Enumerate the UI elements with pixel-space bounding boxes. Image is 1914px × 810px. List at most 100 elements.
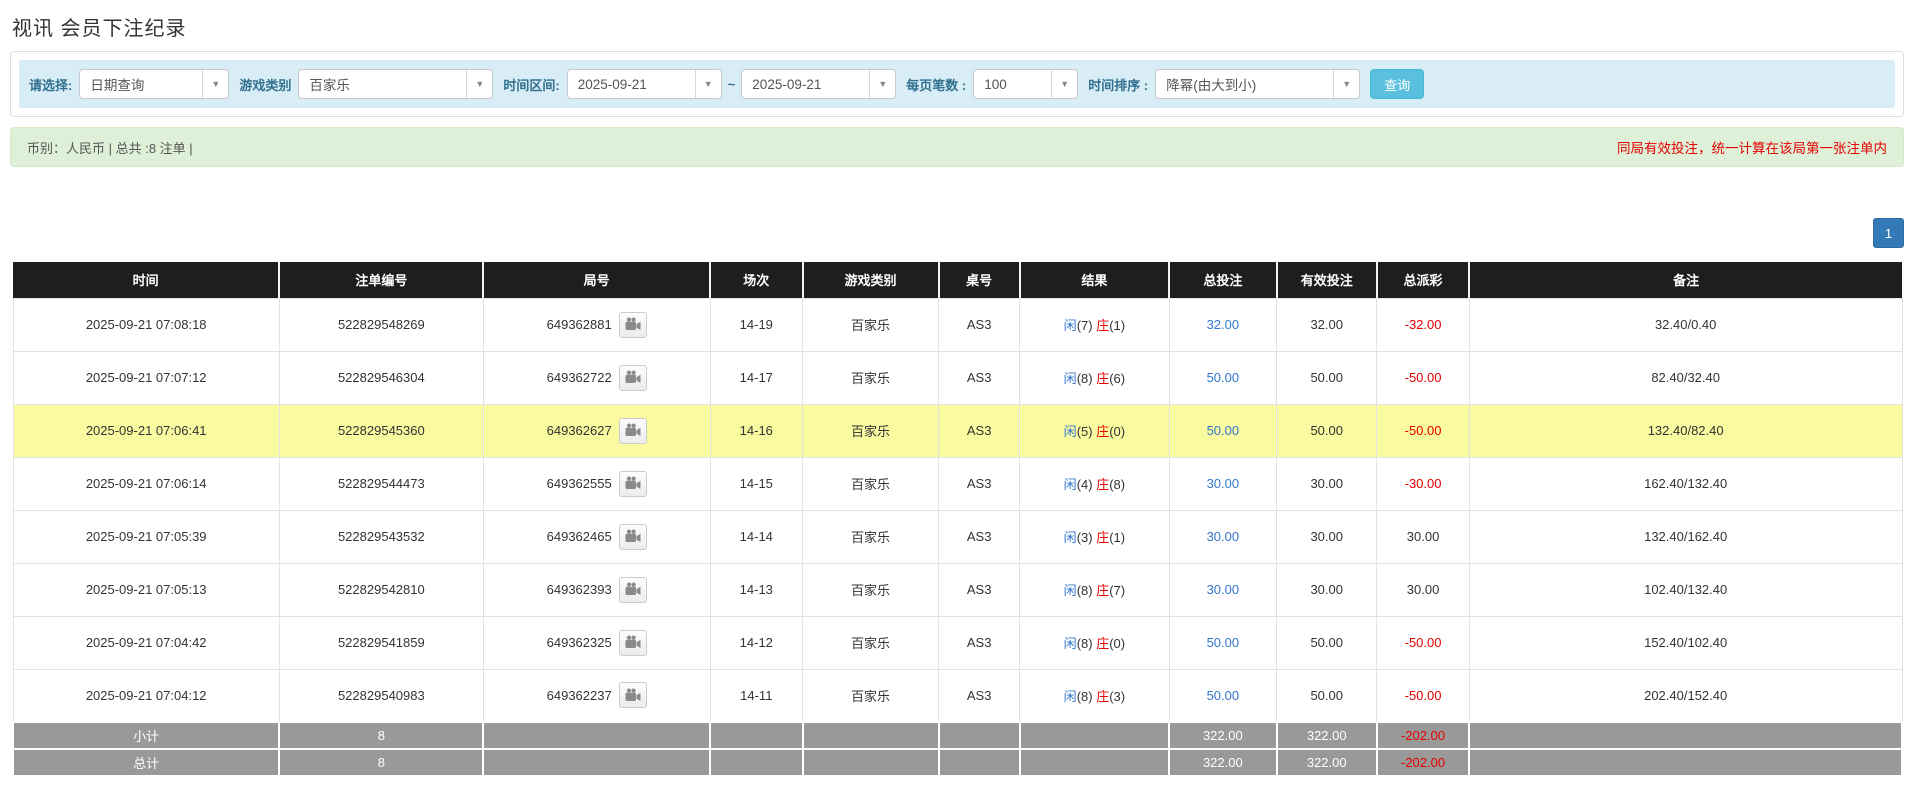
search-button[interactable]: 查询 xyxy=(1370,69,1425,99)
result-player-label: 闲 xyxy=(1063,583,1077,598)
date-from-select[interactable]: 2025-09-21 ▼ xyxy=(566,69,722,99)
result-player-score: (4) xyxy=(1076,477,1093,492)
total-bet-link[interactable]: 30.00 xyxy=(1207,529,1240,544)
result-player-label: 闲 xyxy=(1063,688,1077,704)
cell-valid-bet: 50.00 xyxy=(1276,615,1378,670)
video-replay-button[interactable] xyxy=(618,470,647,497)
result-player-score: (7) xyxy=(1076,318,1093,333)
cell-session: 14-16 xyxy=(709,403,804,458)
result-player-label: 闲 xyxy=(1063,636,1077,651)
cell-table-number: AS3 xyxy=(938,403,1021,458)
video-replay-button[interactable] xyxy=(618,364,647,391)
cell-round-number: 649362722 xyxy=(482,350,711,405)
cell-result: 闲(4) 庄(8) xyxy=(1019,456,1170,511)
result-player-label: 闲 xyxy=(1063,318,1077,333)
table-header-row: 时间 注单编号 局号 场次 游戏类别 桌号 结果 总投注 有效投注 总派彩 备注 xyxy=(13,262,1902,298)
cell-time: 2025-09-21 07:04:42 xyxy=(12,615,280,670)
header-table-number: 桌号 xyxy=(937,262,1020,298)
round-number-wrap: 649362881 xyxy=(546,311,647,338)
result-player-score: (8) xyxy=(1076,371,1093,386)
game-type-select[interactable]: 百家乐 ▼ xyxy=(298,69,494,99)
round-number-wrap: 649362325 xyxy=(547,629,647,656)
cell-result: 闲(8) 庄(6) xyxy=(1019,350,1170,405)
cell-bet-number: 522829546304 xyxy=(278,350,484,405)
header-total-payout: 总派彩 xyxy=(1375,262,1470,298)
header-round-number: 局号 xyxy=(482,262,711,298)
header-valid-bet: 有效投注 xyxy=(1275,262,1377,298)
cell-valid-bet: 30.00 xyxy=(1276,456,1378,511)
cell-total-bet: 50.00 xyxy=(1168,668,1278,723)
cell-result: 闲(8) 庄(7) xyxy=(1019,562,1170,617)
date-to-value: 2025-09-21 xyxy=(752,76,822,92)
summary-total-bet: 322.00 xyxy=(1168,748,1278,777)
query-type-select[interactable]: 日期查询 ▼ xyxy=(79,69,230,99)
total-bet-link[interactable]: 50.00 xyxy=(1207,423,1240,438)
result-banker-score: (1) xyxy=(1109,318,1126,333)
total-bet-link[interactable]: 50.00 xyxy=(1207,688,1240,703)
summary-empty-cell xyxy=(1018,748,1171,777)
cell-valid-bet: 50.00 xyxy=(1276,403,1378,458)
video-camera-icon xyxy=(625,635,641,650)
total-bet-link[interactable]: 30.00 xyxy=(1207,582,1240,597)
header-game-type: 游戏类别 xyxy=(801,262,939,298)
video-camera-icon xyxy=(625,688,641,703)
result-banker-score: (3) xyxy=(1109,688,1126,704)
result-banker-score: (6) xyxy=(1109,371,1126,386)
cell-bet-number: 522829543532 xyxy=(278,509,484,564)
result-player-label: 闲 xyxy=(1063,530,1077,545)
game-type-label: 游戏类别 xyxy=(239,77,292,93)
header-bet-number: 注单编号 xyxy=(278,262,484,298)
filter-bar: 请选择: 日期查询 ▼ 游戏类别 百家乐 ▼ 时间区间: 2025-09-21 … xyxy=(19,60,1895,108)
cell-session: 14-14 xyxy=(709,509,804,564)
table-body: 2025-09-21 07:08:18 522829548269 649362881… xyxy=(11,297,1903,777)
time-sort-select[interactable]: 降幂(由大到小) ▼ xyxy=(1155,69,1361,99)
result-player-score: (3) xyxy=(1076,530,1093,545)
cell-round-number: 649362881 xyxy=(482,297,711,352)
video-replay-button[interactable] xyxy=(618,417,647,444)
page-button-1[interactable]: 1 xyxy=(1873,218,1904,248)
cell-table-number: AS3 xyxy=(938,615,1021,670)
cell-total-bet: 50.00 xyxy=(1168,615,1278,670)
cell-round-number: 649362325 xyxy=(482,615,711,670)
video-replay-button[interactable] xyxy=(618,311,647,338)
result-banker-label: 庄 xyxy=(1096,424,1110,439)
page-root: 视讯 会员下注纪录 请选择: 日期查询 ▼ 游戏类别 百家乐 ▼ 时间区间: 2… xyxy=(0,0,1914,777)
cell-time: 2025-09-21 07:06:41 xyxy=(12,403,280,458)
filter-panel: 请选择: 日期查询 ▼ 游戏类别 百家乐 ▼ 时间区间: 2025-09-21 … xyxy=(10,51,1904,117)
video-replay-button[interactable] xyxy=(618,576,647,603)
round-number-text: 649362722 xyxy=(546,370,612,385)
video-replay-button[interactable] xyxy=(618,682,647,709)
table-row: 2025-09-21 07:07:12 522829546304 649362722… xyxy=(12,350,1903,405)
chevron-down-icon: ▼ xyxy=(869,70,895,98)
round-number-text: 649362881 xyxy=(546,317,612,332)
page-size-select[interactable]: 100 ▼ xyxy=(973,69,1079,99)
cell-round-number: 649362627 xyxy=(482,403,711,458)
total-bet-link[interactable]: 32.00 xyxy=(1207,317,1240,332)
cell-time: 2025-09-21 07:05:39 xyxy=(12,509,280,564)
summary-empty-cell xyxy=(1018,721,1171,750)
total-bet-link[interactable]: 50.00 xyxy=(1207,370,1240,385)
header-remark: 备注 xyxy=(1468,262,1902,298)
time-sort-label: 时间排序 : xyxy=(1088,77,1149,93)
cell-game-type: 百家乐 xyxy=(802,297,940,352)
round-number-wrap: 649362465 xyxy=(547,523,647,550)
cell-session: 14-12 xyxy=(709,615,804,670)
grand-total-row: 总计 8 322.00 322.00 -202.00 xyxy=(11,748,1903,777)
result-banker-label: 庄 xyxy=(1096,318,1110,333)
cell-table-number: AS3 xyxy=(938,668,1021,723)
cell-session: 14-19 xyxy=(709,297,804,352)
date-to-select[interactable]: 2025-09-21 ▼ xyxy=(741,69,897,99)
cell-payout: 30.00 xyxy=(1376,509,1470,564)
video-replay-button[interactable] xyxy=(618,629,647,656)
cell-session: 14-13 xyxy=(709,562,804,617)
cell-round-number: 649362465 xyxy=(482,509,711,564)
cell-total-bet: 30.00 xyxy=(1168,562,1278,617)
total-bet-link[interactable]: 30.00 xyxy=(1207,476,1240,491)
cell-game-type: 百家乐 xyxy=(802,403,940,458)
table-row: 2025-09-21 07:06:14 522829544473 649362555… xyxy=(12,456,1903,511)
total-bet-link[interactable]: 50.00 xyxy=(1207,635,1240,650)
result-banker-score: (7) xyxy=(1109,583,1126,598)
cell-game-type: 百家乐 xyxy=(802,562,940,617)
subtotal-row: 小计 8 322.00 322.00 -202.00 xyxy=(11,721,1903,750)
video-replay-button[interactable] xyxy=(618,523,647,550)
